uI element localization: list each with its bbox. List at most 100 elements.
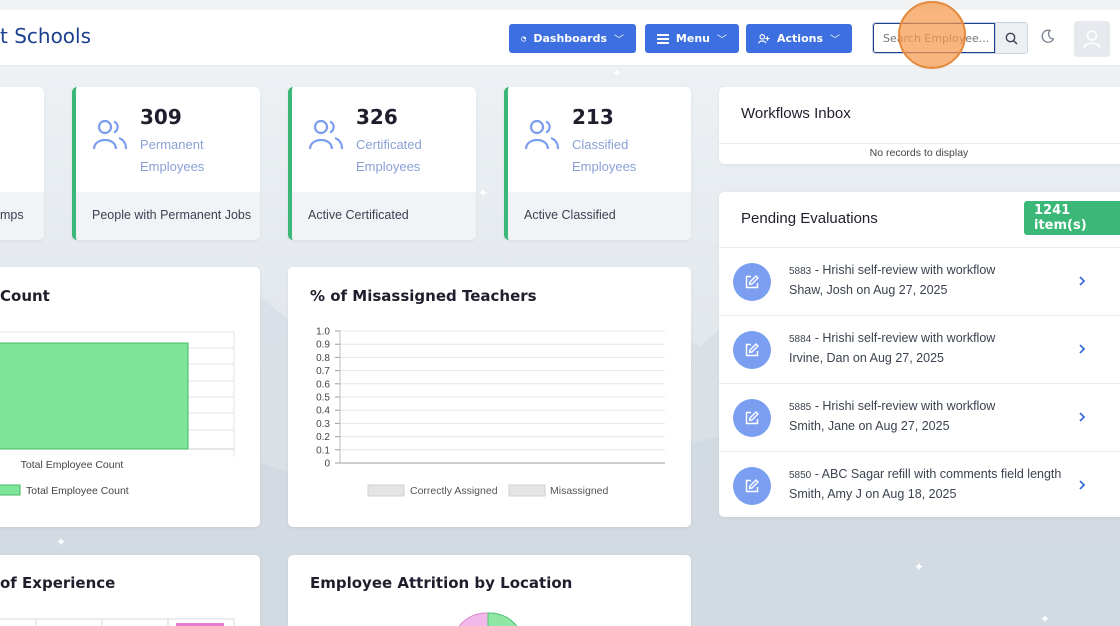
y-tick-label: 0.6: [316, 379, 330, 390]
eval-subtitle: Smith, Jane on Aug 27, 2025: [789, 419, 950, 433]
y-tick-label: 1.0: [316, 327, 330, 338]
y-tick-label: 0.7: [316, 366, 330, 377]
stat-label: Certificated Employees: [356, 134, 456, 178]
stat-card-certificated[interactable]: 326 Certificated Employees Active Certif…: [288, 87, 476, 240]
stat-footer: mps: [0, 192, 44, 240]
list-item[interactable]: 5885 - Hrishi self-review with workflow …: [719, 383, 1120, 451]
chevron-right-icon[interactable]: [1077, 410, 1087, 424]
stat-label-line: Employees: [140, 159, 205, 174]
sparkle-icon: ✦: [56, 535, 67, 549]
workflows-inbox-card: Workflows Inbox No records to display: [719, 87, 1120, 164]
users-icon: [308, 119, 344, 150]
eval-title-text: - Hrishi self-review with workflow: [811, 331, 996, 345]
avatar[interactable]: [1074, 21, 1110, 57]
edit-icon: [733, 467, 771, 505]
legend-label[interactable]: Correctly Assigned: [410, 485, 498, 497]
count-chart: Total Employee Count Total Employee Coun…: [0, 331, 235, 497]
eval-id: 5883: [789, 266, 812, 277]
menu-button[interactable]: Menu ﹀: [645, 24, 739, 53]
dashboards-label: Dashboards: [533, 32, 607, 45]
edit-icon: [733, 399, 771, 437]
legend-label[interactable]: Total Employee Count: [26, 485, 129, 497]
brand-title[interactable]: t Schools: [0, 24, 91, 48]
chevron-right-icon[interactable]: [1077, 478, 1087, 492]
misassigned-chart: 1.0 0.9 0.8 0.7 0.6 0.5 0.4 0.3 0.2 0.1 0 Correctl…: [316, 327, 665, 497]
y-tick-label: 0.1: [316, 445, 330, 456]
sparkle-icon: ✦: [1040, 612, 1051, 626]
y-tick-label: 0.9: [316, 340, 330, 351]
click-indicator: [898, 1, 966, 69]
card-title: Employee Attrition by Location: [310, 574, 573, 592]
list-item[interactable]: 5883 - Hrishi self-review with workflow …: [719, 247, 1120, 315]
y-tick-label: 0.2: [316, 432, 330, 443]
experience-card: of Experience: [0, 555, 260, 626]
users-icon: [524, 119, 560, 150]
chart-pie-icon: [521, 35, 527, 42]
eval-id: 5884: [789, 334, 812, 345]
y-ticks: 1.0 0.9 0.8 0.7 0.6 0.5 0.4 0.3 0.2 0.1 0: [316, 327, 340, 470]
sparkle-icon: ✦: [478, 186, 489, 200]
user-icon: [1083, 30, 1101, 49]
eval-subtitle: Shaw, Josh on Aug 27, 2025: [789, 283, 948, 297]
dashboards-button[interactable]: Dashboards ﹀: [509, 24, 636, 53]
moon-icon[interactable]: [1040, 29, 1055, 44]
y-tick-label: 0.3: [316, 419, 330, 430]
chevron-down-icon: ﹀: [614, 35, 624, 46]
y-tick-label: 0.4: [316, 406, 330, 417]
stat-label-line: Permanent: [140, 137, 204, 152]
chevron-down-icon: ﹀: [830, 35, 840, 46]
eval-title: 5850 - ABC Sagar refill with comments fi…: [789, 467, 1061, 481]
stat-footer: Active Certificated: [292, 192, 476, 240]
pie-slice: [487, 612, 518, 626]
misassigned-chart-card: % of Misassigned Teachers 1.0 0.9 0.8 0.7 0.…: [288, 267, 691, 527]
x-tick-label: Total Employee Count: [21, 459, 124, 471]
edit-icon: [733, 331, 771, 369]
sparkle-icon: ✦: [612, 66, 623, 80]
empty-state: No records to display: [719, 143, 1120, 164]
actions-button[interactable]: Actions ﹀: [746, 24, 852, 53]
legend-swatch: [508, 484, 546, 497]
stat-card-partial: mps: [0, 87, 44, 240]
panel-title: Pending Evaluations: [741, 210, 878, 227]
grid-lines: [340, 330, 665, 464]
eval-subtitle: Smith, Amy J on Aug 18, 2025: [789, 487, 957, 501]
stat-value: 213: [572, 105, 614, 129]
stat-label-line: Employees: [356, 159, 421, 174]
eval-title-text: - Hrishi self-review with workflow: [811, 399, 996, 413]
legend-swatch: [367, 484, 405, 497]
stat-label-line: Employees: [572, 159, 637, 174]
menu-icon: [657, 33, 669, 44]
bar-total-employee-count: [0, 342, 189, 450]
menu-label: Menu: [675, 32, 710, 45]
sparkle-icon: ✦: [914, 560, 925, 574]
legend-swatch: [0, 484, 21, 496]
list-item[interactable]: 5884 - Hrishi self-review with workflow …: [719, 315, 1120, 383]
chevron-down-icon: ﹀: [717, 35, 727, 46]
eval-title: 5885 - Hrishi self-review with workflow: [789, 399, 995, 413]
experience-chart: [0, 618, 235, 626]
pie-slice: [458, 612, 489, 626]
attrition-card: Employee Attrition by Location: [288, 555, 691, 626]
stat-card-permanent[interactable]: 309 Permanent Employees People with Perm…: [72, 87, 260, 240]
stat-card-classified[interactable]: 213 Classified Employees Active Classifi…: [504, 87, 691, 240]
eval-title-text: - Hrishi self-review with workflow: [811, 263, 996, 277]
attrition-pie: [458, 612, 518, 626]
y-tick-label: 0.8: [316, 353, 330, 364]
stat-value: 309: [140, 105, 182, 129]
pending-evaluations-card: Pending Evaluations 1241 item(s) 5883 - …: [719, 192, 1120, 517]
user-plus-icon: [758, 33, 770, 43]
eval-subtitle: Irvine, Dan on Aug 27, 2025: [789, 351, 944, 365]
legend-label[interactable]: Misassigned: [550, 485, 609, 497]
search-button[interactable]: [995, 23, 1027, 53]
actions-label: Actions: [777, 32, 823, 45]
stat-value: 326: [356, 105, 398, 129]
chevron-right-icon[interactable]: [1077, 274, 1087, 288]
count-badge: 1241 item(s): [1024, 201, 1120, 235]
eval-id: 5850: [789, 470, 812, 481]
edit-icon: [733, 263, 771, 301]
eval-title-text: - ABC Sagar refill with comments field l…: [811, 467, 1062, 481]
chevron-right-icon[interactable]: [1077, 342, 1087, 356]
list-item[interactable]: 5850 - ABC Sagar refill with comments fi…: [719, 451, 1120, 517]
eval-title: 5884 - Hrishi self-review with workflow: [789, 331, 995, 345]
stat-footer: Active Classified: [508, 192, 691, 240]
